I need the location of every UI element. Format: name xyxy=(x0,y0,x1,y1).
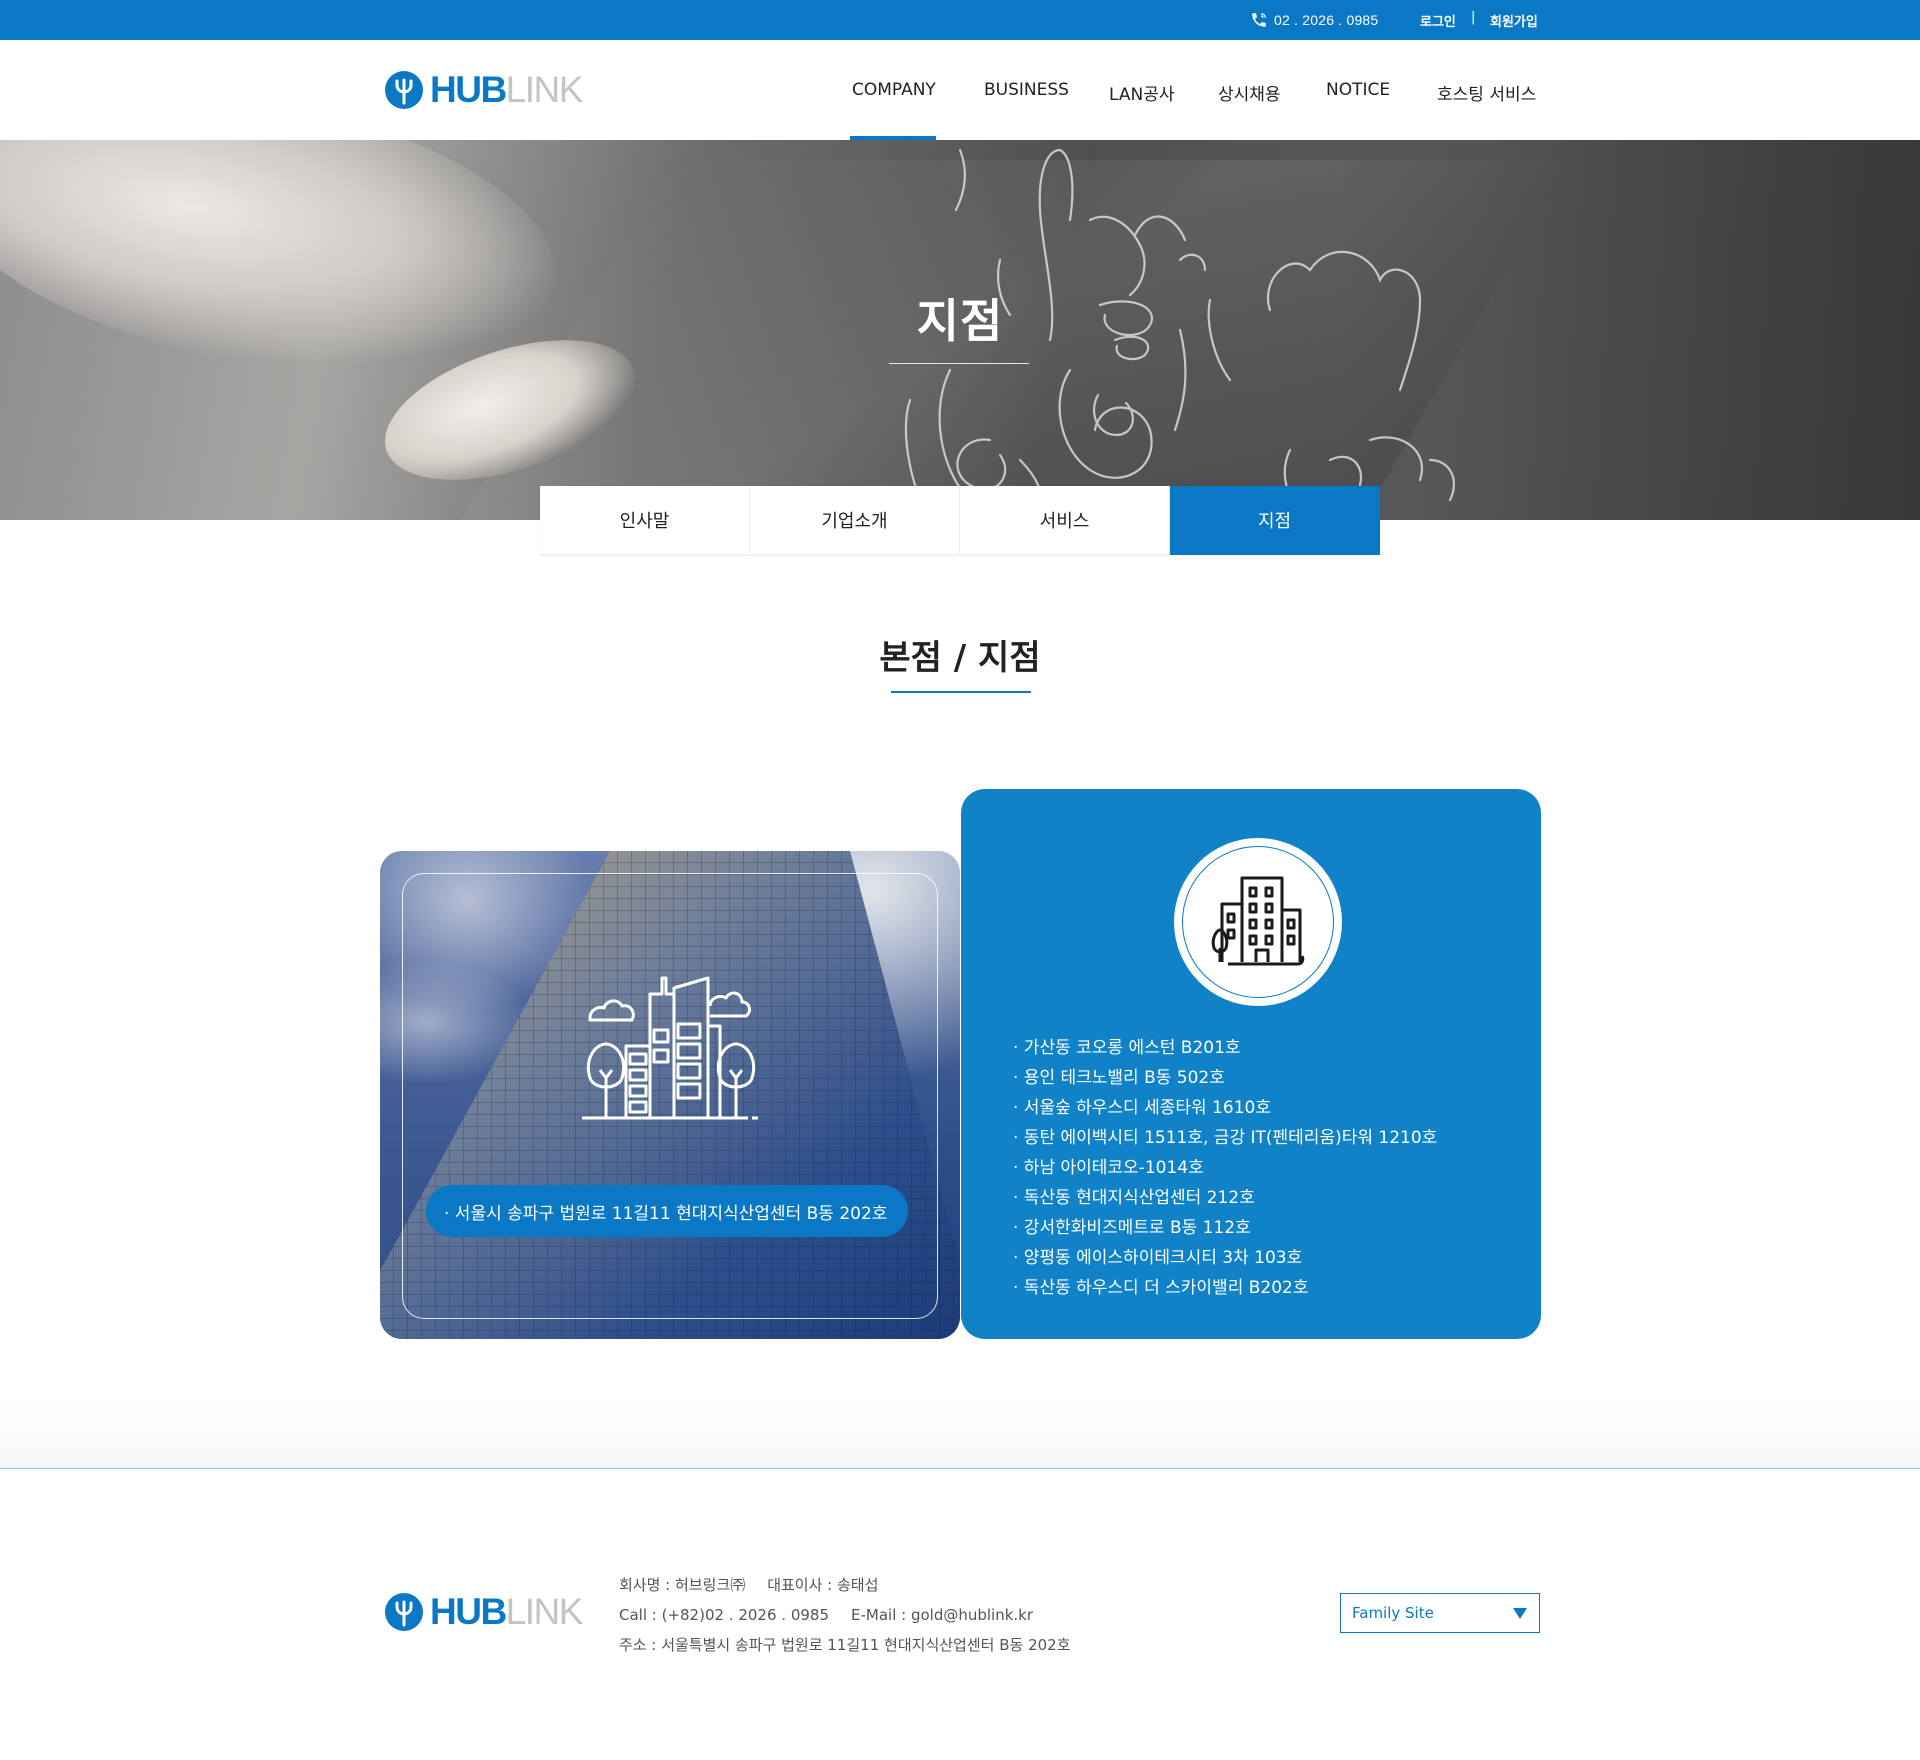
tab-greeting[interactable]: 인사말 xyxy=(540,486,750,555)
hero-title-underline xyxy=(889,363,1029,364)
ceo-name: 대표이사 : 송태섭 xyxy=(767,1576,879,1594)
tab-service[interactable]: 서비스 xyxy=(960,486,1170,555)
hublink-logo-icon xyxy=(385,71,423,109)
tab-branches[interactable]: 지점 xyxy=(1170,486,1380,555)
logo-hub-text: HUB xyxy=(430,69,507,110)
company-name: 회사명 : 허브링크㈜ xyxy=(619,1576,746,1594)
phone-icon xyxy=(1252,13,1266,27)
tab-company-intro[interactable]: 기업소개 xyxy=(750,486,960,555)
headquarters-card: · 서울시 송파구 법원로 11길11 현대지식산업센터 B동 202호 xyxy=(380,851,960,1339)
family-site-label: Family Site xyxy=(1352,1604,1434,1622)
branches-card: · 가산동 코오롱 에스턴 B201호 · 용인 테크노밸리 B동 502호 ·… xyxy=(961,789,1541,1339)
headquarters-address: · 서울시 송파구 법원로 11길11 현대지식산업센터 B동 202호 xyxy=(426,1185,908,1237)
company-info: 회사명 : 허브링크㈜ 대표이사 : 송태섭 Call : (+82)02 . 2… xyxy=(619,1570,1071,1660)
branch-item: · 서울숲 하우스디 세종타워 1610호 xyxy=(1013,1098,1271,1118)
branch-icon-circle xyxy=(1174,838,1342,1006)
header-logo[interactable]: HUBLINK xyxy=(384,68,584,112)
nav-company[interactable]: COMPANY xyxy=(852,80,936,100)
hero-banner: 지점 xyxy=(0,140,1920,520)
branch-item: · 양평동 에이스하이테크시티 3차 103호 xyxy=(1013,1248,1303,1268)
footer-logo[interactable]: HUBLINK xyxy=(384,1590,584,1634)
join-link[interactable]: 회원가입 xyxy=(1490,11,1538,30)
top-bar: 02 . 2026 . 0985 로그인 | 회원가입 xyxy=(0,0,1920,40)
separator: | xyxy=(1471,10,1476,25)
nav-notice[interactable]: NOTICE xyxy=(1326,80,1390,100)
nav-hosting[interactable]: 호스팅 서비스 xyxy=(1437,80,1536,105)
footer-divider xyxy=(0,1468,1920,1469)
email-address: E-Mail : gold@hublink.kr xyxy=(851,1606,1034,1624)
branch-list: · 가산동 코오롱 에스턴 B201호 · 용인 테크노밸리 B동 502호 ·… xyxy=(1013,1033,1437,1303)
section-title-underline xyxy=(891,691,1031,693)
nav-business[interactable]: BUSINESS xyxy=(984,80,1069,100)
logo-link-text: LINK xyxy=(505,69,584,110)
city-building-icon xyxy=(582,976,758,1120)
logo-hub-text: HUB xyxy=(430,1591,507,1632)
phone-contact: 02 . 2026 . 0985 xyxy=(1250,11,1378,29)
phone-number: 02 . 2026 . 0985 xyxy=(1274,12,1379,28)
branch-item: · 가산동 코오롱 에스턴 B201호 xyxy=(1013,1038,1241,1058)
nav-lan[interactable]: LAN공사 xyxy=(1109,80,1175,105)
company-address: 주소 : 서울특별시 송파구 법원로 11길11 현대지식산업센터 B동 202… xyxy=(619,1636,1071,1654)
nav-recruit[interactable]: 상시채용 xyxy=(1218,80,1281,105)
hero-title: 지점 xyxy=(916,294,1004,348)
branch-item: · 독산동 하우스디 더 스카이밸리 B202호 xyxy=(1013,1278,1309,1298)
site-header: HUBLINK COMPANY BUSINESS LAN공사 상시채용 NOTI… xyxy=(0,40,1920,140)
footer-divider-fade xyxy=(0,1400,1920,1468)
login-link[interactable]: 로그인 xyxy=(1420,11,1456,30)
logo-link-text: LINK xyxy=(505,1591,584,1632)
section-title: 본점 / 지점 xyxy=(879,638,1041,678)
branch-item: · 동탄 에이백시티 1511호, 금강 IT(펜테리움)타워 1210호 xyxy=(1013,1128,1438,1148)
office-building-icon xyxy=(1211,876,1305,966)
branch-item: · 용인 테크노밸리 B동 502호 xyxy=(1013,1068,1225,1088)
branch-item: · 하남 아이테코오-1014호 xyxy=(1013,1158,1204,1178)
hublink-logo-icon xyxy=(385,1593,423,1631)
family-site-select[interactable]: Family Site xyxy=(1340,1593,1540,1633)
sub-navigation: 인사말 기업소개 서비스 지점 xyxy=(540,486,1380,555)
call-number: Call : (+82)02 . 2026 . 0985 xyxy=(619,1606,829,1624)
branch-item: · 독산동 현대지식산업센터 212호 xyxy=(1013,1188,1255,1208)
branch-item: · 강서한화비즈메트로 B동 112호 xyxy=(1013,1218,1251,1238)
dropdown-arrow-icon xyxy=(1513,1608,1527,1619)
